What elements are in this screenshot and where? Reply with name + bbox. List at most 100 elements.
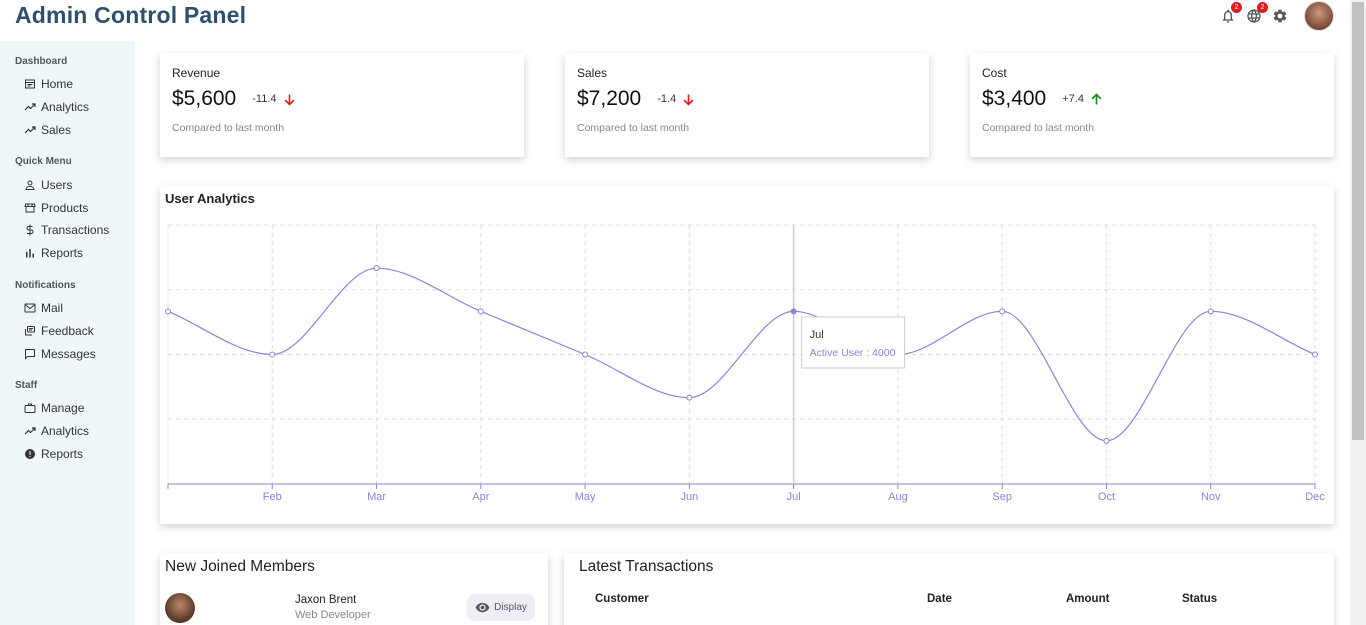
sidebar-item-label: Messages	[41, 346, 96, 361]
app-title[interactable]: Admin Control Panel	[15, 2, 246, 29]
tooltip-value: Active User : 4000	[810, 347, 896, 359]
display-button[interactable]: Display	[467, 594, 535, 621]
sidebar-item-products[interactable]: Products	[15, 196, 135, 219]
stat-card-sales: Sales $7,200 -1.4 Compared to last month	[565, 53, 929, 157]
user-analytics-chart[interactable]: Feb Mar Apr May Jun Jul Aug Sep Oct Nov Dec Jul Acti…	[160, 186, 1334, 524]
trending-up-icon	[24, 427, 36, 435]
stat-subtitle: Compared to last month	[172, 122, 285, 134]
stat-change: -1.4	[657, 93, 677, 105]
trending-up-icon	[24, 126, 36, 134]
data-point	[1207, 308, 1214, 315]
home-icon	[25, 79, 35, 89]
language-button[interactable]: 2	[1246, 2, 1268, 24]
top-icons: 2 2	[1220, 0, 1334, 32]
notifications-button[interactable]: 2	[1220, 2, 1242, 24]
sidebar-item-manage[interactable]: Manage	[15, 397, 135, 420]
sidebar-item-sales[interactable]: Sales	[15, 119, 135, 142]
sidebar-item-label: Transactions	[41, 223, 110, 238]
data-point	[373, 265, 380, 272]
sidebar-section-title: Staff	[15, 379, 38, 391]
transactions-title: Latest Transactions	[579, 558, 714, 575]
sidebar-item-mail[interactable]: Mail	[15, 297, 135, 320]
top-bar: Admin Control Panel 2 2	[0, 0, 1350, 41]
alert-circle-icon	[25, 448, 35, 459]
sidebar-item-home[interactable]: Home	[15, 73, 135, 96]
tooltip-title: Jul	[810, 329, 824, 341]
user-avatar[interactable]	[1304, 1, 1334, 31]
user-icon	[25, 180, 35, 190]
stat-title: Cost	[982, 66, 1007, 80]
member-name: Jaxon Brent	[295, 594, 357, 606]
data-point	[999, 308, 1006, 315]
sidebar-item-label: Manage	[41, 401, 85, 416]
gear-icon	[1273, 9, 1287, 23]
sidebar-item-staff-reports[interactable]: Reports	[15, 443, 135, 466]
sidebar-item-label: Analytics	[41, 100, 90, 115]
sidebar-item-users[interactable]: Users	[15, 173, 135, 196]
sidebar-section-quick-menu: Quick Menu Users Products Transactions R…	[0, 156, 135, 264]
tooltip-box	[801, 316, 906, 369]
stat-title: Revenue	[172, 66, 221, 80]
x-tick-label: Mar	[367, 491, 386, 503]
x-tick-label: Nov	[1201, 491, 1221, 503]
sidebar-section-dashboard: Dashboard Home Analytics Sales	[0, 56, 135, 141]
sidebar-item-label: Reports	[41, 446, 84, 461]
sidebar-item-label: Analytics	[41, 424, 90, 439]
feedback-icon	[25, 325, 35, 336]
arrow-down-icon	[284, 94, 294, 106]
briefcase-icon	[24, 403, 36, 414]
scrollbar-thumb[interactable]	[1352, 2, 1364, 440]
member-role: Web Developer	[295, 609, 371, 621]
sidebar-section-title: Quick Menu	[15, 156, 72, 168]
stat-title: Sales	[577, 66, 608, 80]
sidebar-item-messages[interactable]: Messages	[15, 342, 135, 365]
storefront-icon	[24, 203, 36, 213]
data-point	[269, 351, 276, 358]
sidebar-item-analytics[interactable]: Analytics	[15, 96, 135, 119]
display-button-label: Display	[494, 602, 527, 613]
column-header-status[interactable]: Status	[1182, 593, 1217, 605]
data-point	[165, 308, 171, 315]
language-badge: 2	[1257, 2, 1268, 13]
stat-subtitle: Compared to last month	[577, 122, 690, 134]
page-scrollbar[interactable]	[1350, 0, 1366, 625]
sidebar-item-label: Home	[41, 77, 74, 92]
sidebar-section-notifications: Notifications Mail Feedback Messages	[0, 280, 135, 365]
sidebar-item-feedback[interactable]: Feedback	[15, 319, 135, 342]
latest-transactions-card: Latest Transactions Customer Date Amount…	[564, 553, 1334, 625]
notifications-badge: 2	[1231, 2, 1242, 13]
stat-card-cost: Cost $3,400 +7.4 Compared to last month	[970, 53, 1334, 157]
user-analytics-card: User Analytics Feb Mar Apr May Jun Jul Aug Sep O…	[160, 186, 1334, 524]
arrow-down-icon	[683, 94, 694, 106]
sidebar-item-label: Feedback	[41, 323, 94, 338]
sidebar-item-label: Products	[41, 200, 89, 215]
sidebar-item-label: Users	[41, 177, 73, 192]
column-header-amount[interactable]: Amount	[1066, 593, 1109, 605]
sidebar-section-staff: Staff Manage Analytics Reports	[0, 380, 135, 465]
stat-value: $3,400	[982, 87, 1047, 110]
members-title: New Joined Members	[165, 558, 315, 575]
stat-value: $7,200	[577, 87, 642, 110]
sidebar-item-reports[interactable]: Reports	[15, 242, 135, 265]
series-line-active-user	[167, 267, 1316, 442]
new-members-card: New Joined Members Jaxon Brent Web Devel…	[160, 553, 548, 625]
x-tick-label: Apr	[472, 491, 489, 503]
sidebar: Dashboard Home Analytics Sales Quick Men…	[0, 41, 135, 625]
x-tick-label: May	[575, 491, 596, 503]
sidebar-section-title: Dashboard	[15, 56, 68, 67]
settings-button[interactable]	[1272, 8, 1288, 24]
sidebar-item-staff-analytics[interactable]: Analytics	[15, 420, 135, 443]
x-tick-label: Jul	[787, 491, 801, 503]
column-header-date[interactable]: Date	[927, 593, 952, 605]
sidebar-item-transactions[interactable]: Transactions	[15, 219, 135, 242]
message-icon	[25, 348, 35, 360]
member-row: Jaxon Brent Web Developer Display	[165, 593, 535, 623]
trending-up-icon	[24, 103, 36, 111]
stat-card-revenue: Revenue $5,600 -11.4 Compared to last mo…	[160, 53, 524, 157]
stat-subtitle: Compared to last month	[982, 122, 1095, 134]
data-point	[790, 308, 797, 315]
data-point	[1103, 437, 1110, 444]
member-avatar	[165, 593, 195, 623]
data-point	[686, 394, 693, 401]
column-header-customer[interactable]: Customer	[595, 593, 649, 605]
